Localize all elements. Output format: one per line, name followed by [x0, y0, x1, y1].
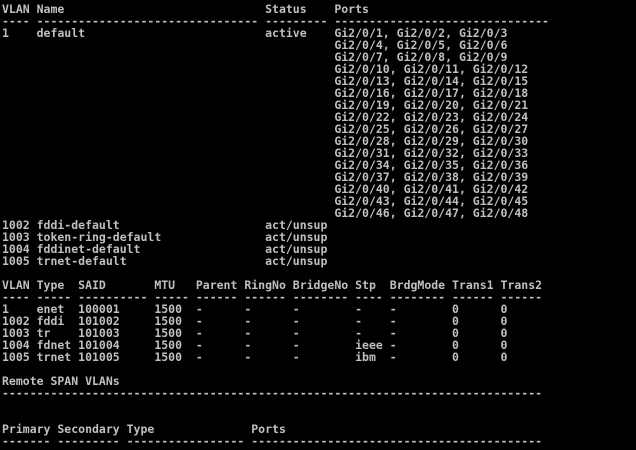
- terminal-output[interactable]: VLAN Name Status Ports ---- -------------…: [0, 0, 636, 450]
- terminal-line: 1005 trnet-default act/unsup: [2, 254, 328, 268]
- terminal-line: ----------------------------------------…: [2, 386, 543, 400]
- terminal-line: 1005 trnet 101005 1500 - - - ibm - 0 0: [2, 350, 508, 364]
- terminal-line: ------- --------- ----------------- ----…: [2, 434, 543, 448]
